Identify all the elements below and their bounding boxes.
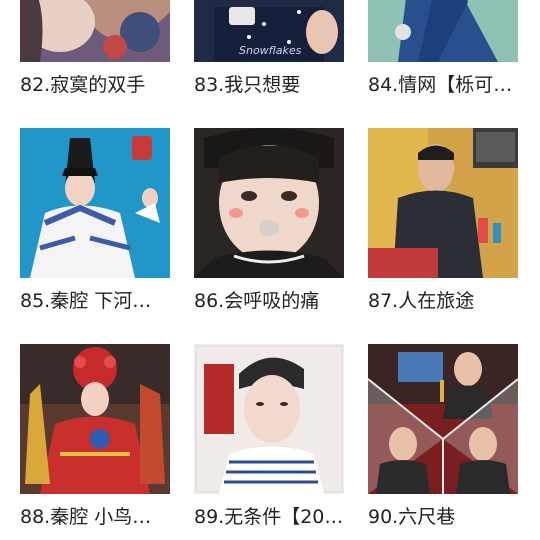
- thumbnail-86[interactable]: [194, 128, 344, 278]
- thumbnail-82[interactable]: [20, 0, 170, 62]
- thumbnail-88[interactable]: [20, 344, 170, 494]
- track-title[interactable]: 89.无条件【20…: [194, 504, 364, 530]
- thumbnail-87[interactable]: [368, 128, 518, 278]
- track-title[interactable]: 84.情网【栎可…: [368, 72, 538, 98]
- track-title[interactable]: 90.六尺巷: [368, 504, 538, 530]
- thumbnail-83[interactable]: Snowflakes: [194, 0, 344, 62]
- track-title[interactable]: 83.我只想要: [194, 72, 364, 98]
- thumbnail-90[interactable]: [368, 344, 518, 494]
- song-grid: 82.寂寞的双手 Snowflakes 83.我只想要 84.情网【栎可… 85…: [0, 0, 540, 540]
- track-title[interactable]: 86.会呼吸的痛: [194, 288, 364, 314]
- track-title[interactable]: 82.寂寞的双手: [20, 72, 190, 98]
- thumbnail-85[interactable]: [20, 128, 170, 278]
- thumb-text: Snowflakes: [239, 44, 302, 57]
- track-title[interactable]: 85.秦腔 下河…: [20, 288, 190, 314]
- thumbnail-84[interactable]: [368, 0, 518, 62]
- track-title[interactable]: 87.人在旅途: [368, 288, 538, 314]
- track-title[interactable]: 88.秦腔 小鸟…: [20, 504, 190, 530]
- thumbnail-89[interactable]: [194, 344, 344, 494]
